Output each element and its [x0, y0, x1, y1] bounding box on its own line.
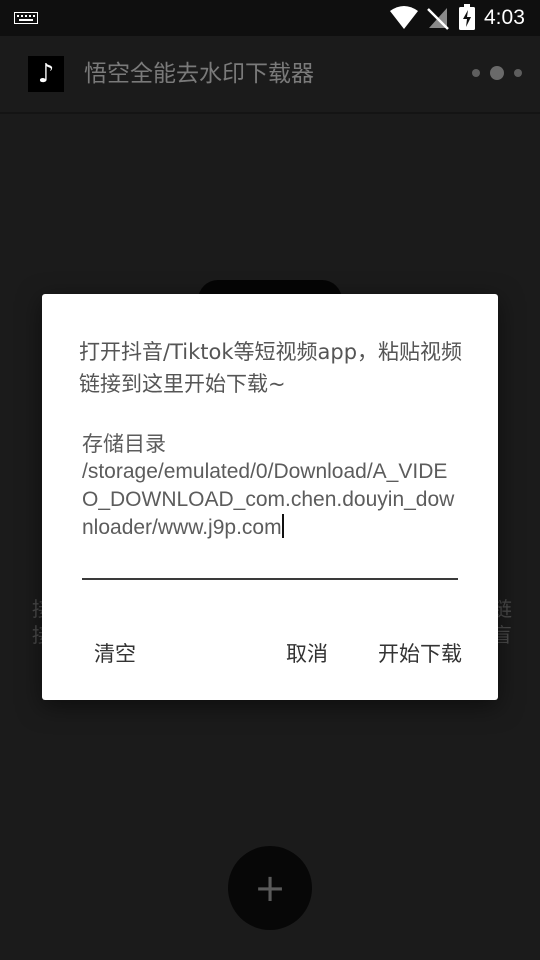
- dialog-message: 打开抖音/Tiktok等短视频app，粘贴视频链接到这里开始下载~: [79, 340, 463, 396]
- status-bar: 4:03: [0, 0, 540, 36]
- input-underline: [82, 578, 458, 580]
- screen: 4:03 ♪ 悟空全能去水印下载器 接 接 链 盲 + 打开抖音/Tiktok等…: [0, 0, 540, 960]
- no-signal-icon: [427, 8, 449, 30]
- clear-button[interactable]: 清空: [94, 632, 136, 676]
- battery-charging-icon: [459, 4, 475, 30]
- app-bar: ♪ 悟空全能去水印下载器: [0, 36, 540, 112]
- text-cursor: [281, 514, 284, 538]
- cancel-button[interactable]: 取消: [286, 632, 328, 676]
- download-dialog: 打开抖音/Tiktok等短视频app，粘贴视频链接到这里开始下载~ 存储目录 /…: [42, 294, 498, 700]
- add-fab-button: +: [228, 846, 312, 930]
- storage-dir-value[interactable]: /storage/emulated/0/Download/A_VIDEO_DOW…: [82, 460, 454, 539]
- keyboard-icon: [14, 12, 38, 24]
- start-download-button[interactable]: 开始下载: [378, 632, 462, 676]
- status-clock: 4:03: [484, 6, 525, 29]
- storage-dir-input[interactable]: 存储目录 /storage/emulated/0/Download/A_VIDE…: [82, 430, 458, 542]
- app-title: 悟空全能去水印下载器: [84, 61, 314, 87]
- storage-dir-value-wrap[interactable]: /storage/emulated/0/Download/A_VIDEO_DOW…: [82, 458, 458, 542]
- app-bar-divider: [0, 112, 540, 114]
- app-logo-icon: ♪: [28, 56, 64, 92]
- storage-dir-label: 存储目录: [82, 432, 166, 456]
- wifi-icon: [390, 6, 418, 29]
- more-dots-icon[interactable]: [468, 62, 526, 84]
